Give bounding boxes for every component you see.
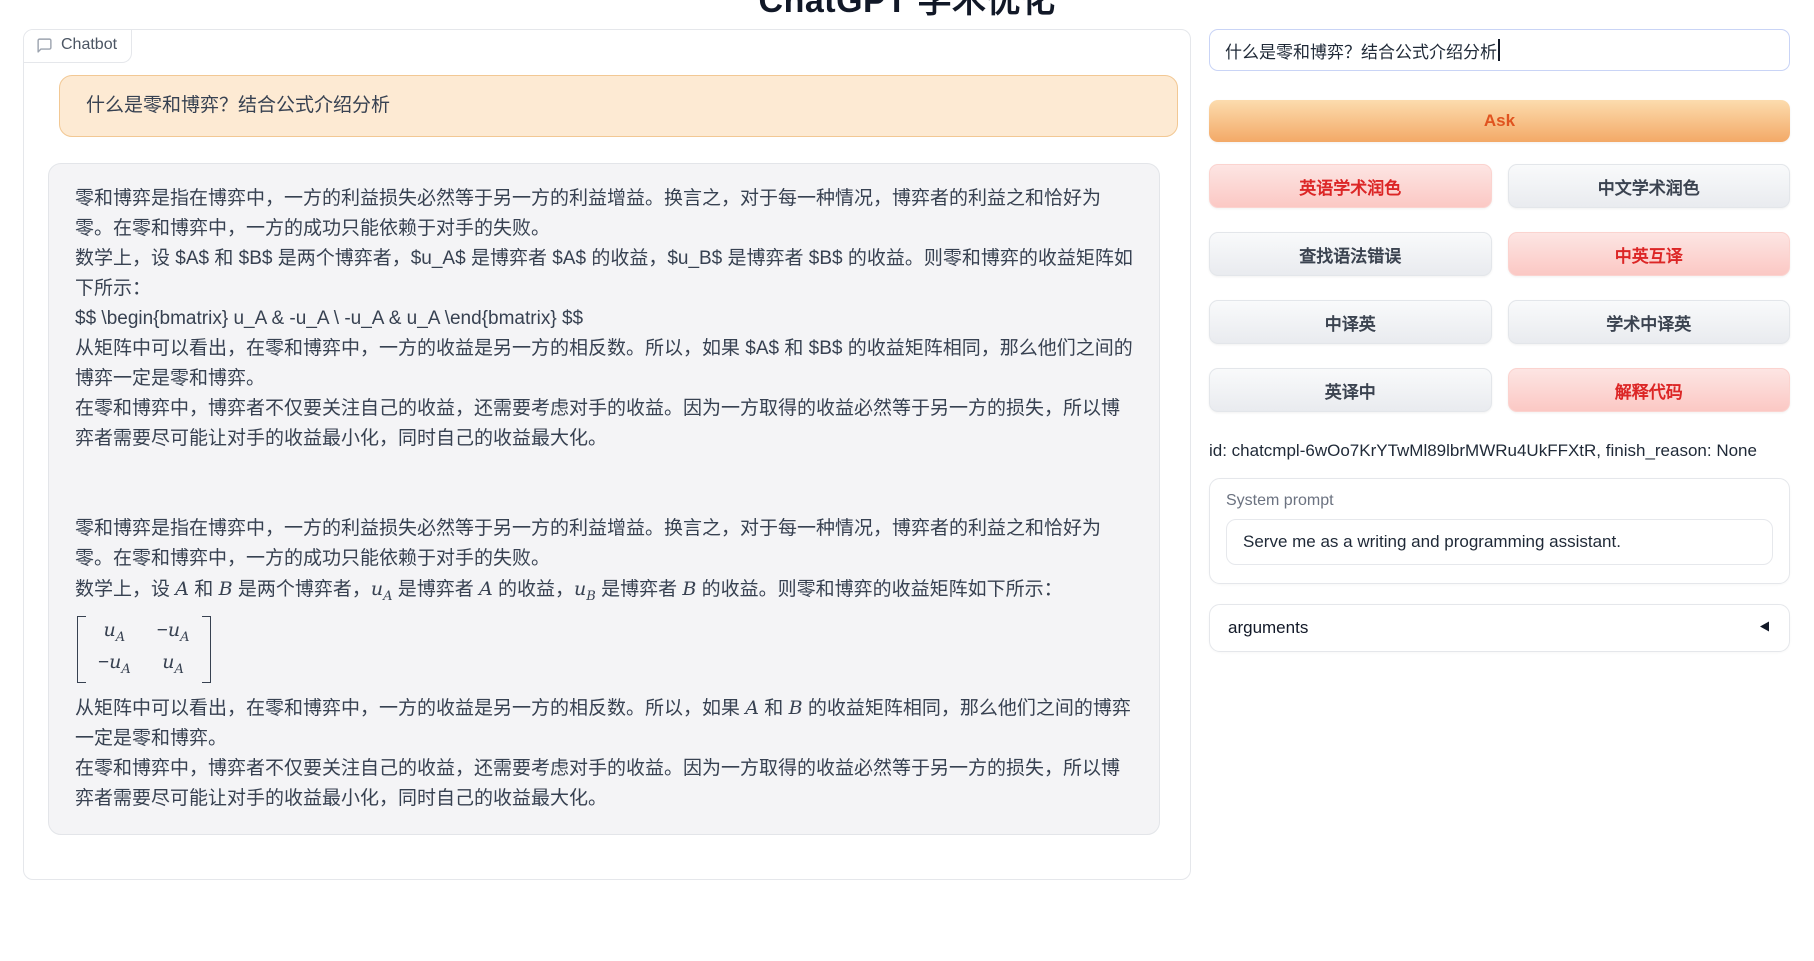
question-input-value: 什么是零和博弈？结合公式介绍分析: [1225, 38, 1497, 63]
user-message-text: 什么是零和博弈？结合公式介绍分析: [86, 95, 390, 116]
text-cursor: [1498, 39, 1500, 61]
bot-message-bubble: 零和博弈是指在博弈中，一方的利益损失必然等于另一方的利益增益。换言之，对于每一种…: [48, 163, 1160, 835]
qa-chinese-academic-polish[interactable]: 中文学术润色: [1508, 164, 1791, 208]
quick-actions-grid: 英语学术润色 中文学术润色 查找语法错误 中英互译 中译英 学术中译英 英译中 …: [1209, 164, 1790, 412]
rendered-matrix: uA−uA−uAuA: [75, 612, 1133, 694]
bot-raw-latex-formula: $$ \begin{bmatrix} u_A & -u_A \ -u_A & u…: [75, 304, 1133, 334]
bot-raw-paragraph-2: 数学上，设 $A$ 和 $B$ 是两个博弈者，$u_A$ 是博弈者 $A$ 的收…: [75, 244, 1133, 304]
question-input[interactable]: 什么是零和博弈？结合公式介绍分析: [1209, 29, 1790, 71]
bot-rendered-paragraph-1: 零和博弈是指在博弈中，一方的利益损失必然等于另一方的利益增益。换言之，对于每一种…: [75, 514, 1133, 574]
qa-academic-zh-to-en[interactable]: 学术中译英: [1508, 300, 1791, 344]
system-prompt-label: System prompt: [1226, 492, 1773, 510]
bot-raw-paragraph-4: 在零和博弈中，博弈者不仅要关注自己的收益，还需要考虑对手的收益。因为一方取得的收…: [75, 394, 1133, 454]
qa-en-to-zh[interactable]: 英译中: [1209, 368, 1492, 412]
ask-button[interactable]: Ask: [1209, 100, 1790, 142]
page-title: ChatGPT 学术优化: [0, 0, 1814, 22]
message-square-icon: [36, 37, 53, 54]
system-prompt-value: Serve me as a writing and programming as…: [1243, 532, 1621, 552]
bot-rendered-paragraph-2: 数学上，设 A 和 B 是两个博弈者，uA 是博弈者 A 的收益，uB 是博弈者…: [75, 574, 1133, 612]
system-prompt-card: System prompt Serve me as a writing and …: [1209, 478, 1790, 584]
arguments-accordion-label: arguments: [1228, 618, 1308, 638]
chatbot-label-text: Chatbot: [61, 36, 117, 54]
matrix-cells: uA−uA−uAuA: [86, 616, 202, 684]
matrix-right-bracket: [202, 616, 211, 684]
left-triangle-icon: [1758, 618, 1771, 638]
user-message-bubble: 什么是零和博弈？结合公式介绍分析: [59, 75, 1178, 137]
qa-english-academic-polish[interactable]: 英语学术润色: [1209, 164, 1492, 208]
bot-raw-paragraph-3: 从矩阵中可以看出，在零和博弈中，一方的收益是另一方的相反数。所以，如果 $A$ …: [75, 334, 1133, 394]
qa-explain-code[interactable]: 解释代码: [1508, 368, 1791, 412]
bot-raw-paragraph-1: 零和博弈是指在博弈中，一方的利益损失必然等于另一方的利益增益。换言之，对于每一种…: [75, 184, 1133, 244]
qa-zh-to-en[interactable]: 中译英: [1209, 300, 1492, 344]
system-prompt-input[interactable]: Serve me as a writing and programming as…: [1226, 519, 1773, 565]
chatbot-panel-label: Chatbot: [24, 30, 132, 63]
message-section-gap: [75, 454, 1133, 514]
bot-rendered-paragraph-3: 从矩阵中可以看出，在零和博弈中，一方的收益是另一方的相反数。所以，如果 A 和 …: [75, 693, 1133, 754]
matrix-left-bracket: [77, 616, 86, 684]
qa-find-grammar-errors[interactable]: 查找语法错误: [1209, 232, 1492, 276]
chatbot-panel: Chatbot 什么是零和博弈？结合公式介绍分析 零和博弈是指在博弈中，一方的利…: [23, 29, 1191, 880]
arguments-accordion[interactable]: arguments: [1209, 604, 1790, 652]
status-line: id: chatcmpl-6wOo7KrYTwMl89lbrMWRu4UkFFX…: [1209, 441, 1790, 461]
qa-zh-en-mutual-translate[interactable]: 中英互译: [1508, 232, 1791, 276]
bot-rendered-paragraph-4: 在零和博弈中，博弈者不仅要关注自己的收益，还需要考虑对手的收益。因为一方取得的收…: [75, 754, 1133, 814]
